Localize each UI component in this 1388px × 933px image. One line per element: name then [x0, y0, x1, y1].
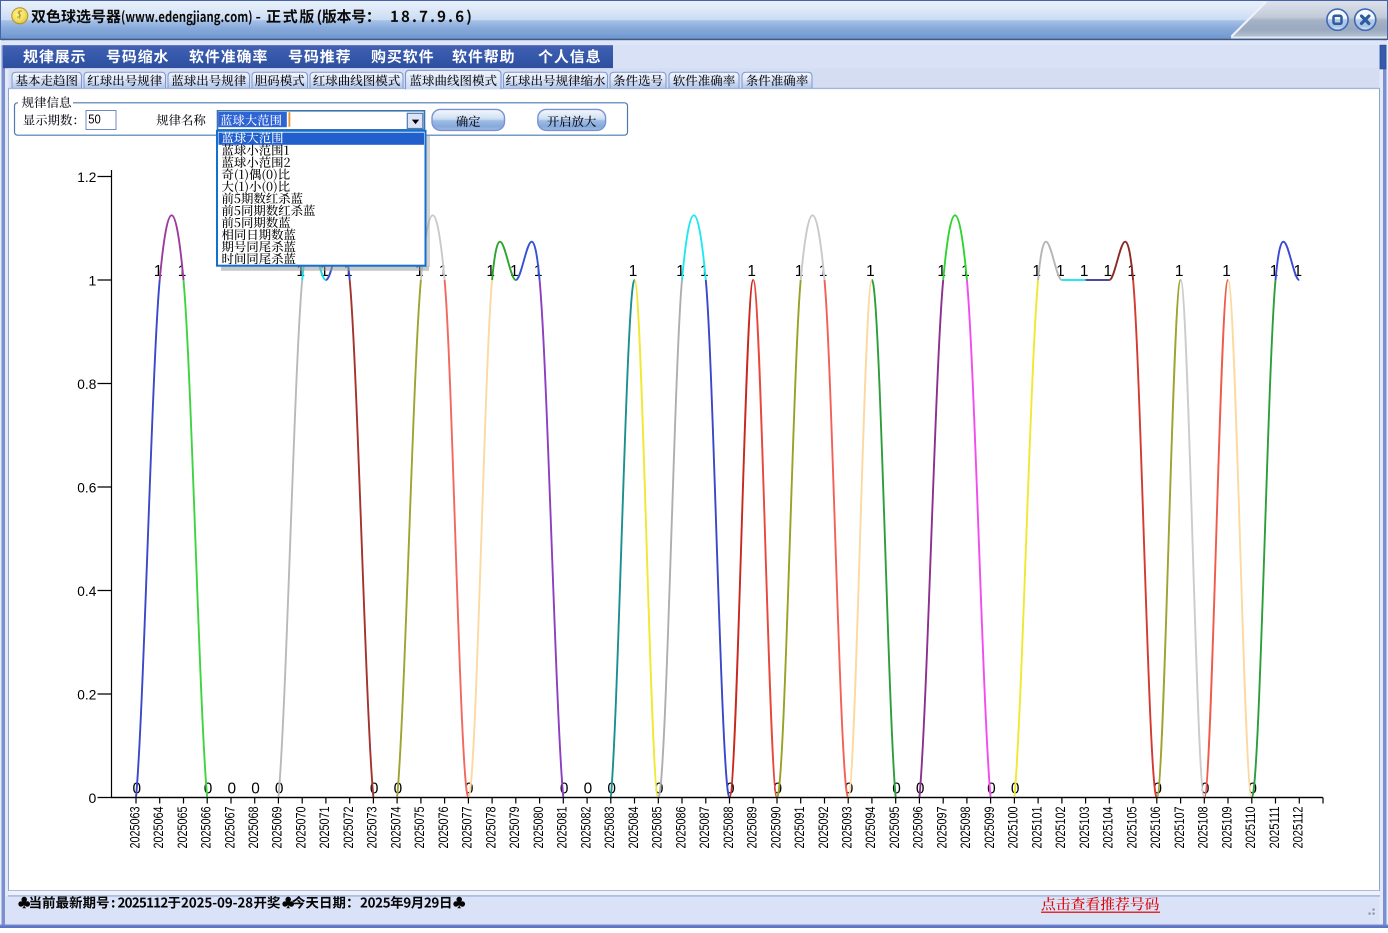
svg-text:1: 1 — [866, 263, 875, 280]
svg-text:0: 0 — [204, 781, 213, 798]
svg-text:2025089: 2025089 — [745, 807, 760, 849]
svg-text:0: 0 — [892, 781, 901, 798]
svg-text:50: 50 — [88, 112, 101, 127]
svg-text:2025094: 2025094 — [863, 806, 878, 848]
svg-text:2025106: 2025106 — [1148, 807, 1163, 849]
svg-text:0: 0 — [251, 781, 260, 798]
svg-text:2025088: 2025088 — [721, 807, 736, 849]
svg-text:2025069: 2025069 — [270, 807, 285, 849]
svg-text:2025090: 2025090 — [768, 807, 783, 849]
svg-text:2025108: 2025108 — [1196, 807, 1211, 849]
svg-text:2025100: 2025100 — [1006, 807, 1021, 849]
svg-text:2025111: 2025111 — [1267, 807, 1282, 849]
svg-text:2025098: 2025098 — [958, 807, 973, 849]
svg-text:2025081: 2025081 — [555, 807, 570, 849]
svg-text:1: 1 — [1080, 263, 1089, 280]
svg-text:0.6: 0.6 — [77, 480, 96, 496]
svg-text:2025087: 2025087 — [697, 807, 712, 849]
svg-text:2025110: 2025110 — [1243, 807, 1258, 849]
svg-text:0.2: 0.2 — [77, 687, 96, 703]
svg-text:0: 0 — [89, 790, 97, 806]
svg-text:2025074: 2025074 — [388, 806, 403, 848]
svg-text:2025085: 2025085 — [650, 807, 665, 849]
svg-text:2025103: 2025103 — [1077, 807, 1092, 849]
svg-text:0: 0 — [228, 781, 237, 798]
svg-text:2025079: 2025079 — [507, 807, 522, 849]
svg-text:2025070: 2025070 — [294, 807, 309, 849]
svg-text:2025068: 2025068 — [246, 807, 261, 849]
svg-text:2025107: 2025107 — [1172, 807, 1187, 849]
svg-text:2025091: 2025091 — [792, 807, 807, 849]
svg-text:2025092: 2025092 — [816, 807, 831, 849]
svg-text:2025086: 2025086 — [673, 807, 688, 849]
svg-text:2025102: 2025102 — [1053, 807, 1068, 849]
svg-text:1: 1 — [1222, 263, 1231, 280]
svg-text:2025072: 2025072 — [341, 807, 356, 849]
svg-text:2025109: 2025109 — [1219, 807, 1234, 849]
svg-text:2025105: 2025105 — [1124, 807, 1139, 849]
svg-text:2025078: 2025078 — [483, 807, 498, 849]
svg-text:2025096: 2025096 — [911, 807, 926, 849]
svg-text:2025065: 2025065 — [175, 807, 190, 849]
svg-text:2025112: 2025112 — [1291, 807, 1306, 849]
svg-text:2025076: 2025076 — [436, 807, 451, 849]
svg-text:1: 1 — [1175, 263, 1184, 280]
svg-text:2025080: 2025080 — [531, 807, 546, 849]
svg-text:1: 1 — [747, 263, 756, 280]
svg-text:2025077: 2025077 — [460, 807, 475, 849]
svg-text:1: 1 — [629, 263, 638, 280]
svg-text:2025083: 2025083 — [602, 807, 617, 849]
svg-text:0.8: 0.8 — [77, 376, 96, 392]
svg-text:2025097: 2025097 — [935, 807, 950, 849]
svg-text:0: 0 — [370, 781, 379, 798]
svg-text:1: 1 — [89, 273, 97, 289]
svg-text:2025075: 2025075 — [412, 807, 427, 849]
svg-text:2025099: 2025099 — [982, 807, 997, 849]
svg-text:2025101: 2025101 — [1029, 807, 1044, 849]
svg-text:0.4: 0.4 — [77, 583, 96, 599]
svg-text:2025066: 2025066 — [199, 807, 214, 849]
svg-text:0: 0 — [987, 781, 996, 798]
svg-text:2025082: 2025082 — [578, 807, 593, 849]
svg-text:2025084: 2025084 — [626, 806, 641, 848]
svg-text:2025095: 2025095 — [887, 807, 902, 849]
svg-text:2025071: 2025071 — [317, 807, 332, 849]
svg-text:2025067: 2025067 — [222, 807, 237, 849]
svg-text:2025063: 2025063 — [127, 807, 142, 849]
svg-text:0: 0 — [560, 781, 569, 798]
svg-text:2025064: 2025064 — [151, 806, 166, 848]
svg-text:2025104: 2025104 — [1101, 806, 1116, 848]
svg-text:2025073: 2025073 — [365, 807, 380, 849]
svg-text:2025093: 2025093 — [840, 807, 855, 849]
svg-text:1.2: 1.2 — [77, 169, 96, 185]
svg-text:0: 0 — [584, 781, 593, 798]
